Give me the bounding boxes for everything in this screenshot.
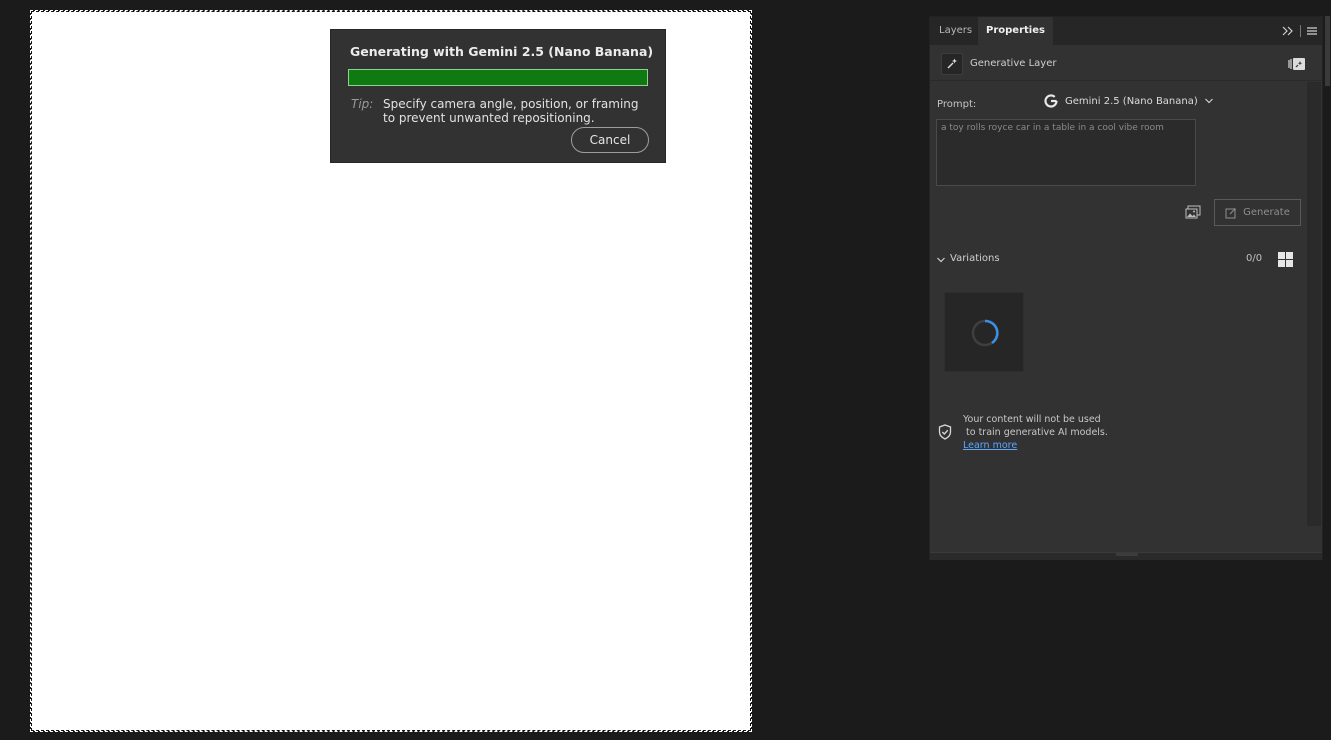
layer-type-label: Generative Layer xyxy=(970,58,1057,69)
workspace-scrollbar[interactable] xyxy=(1325,16,1330,86)
variations-label: Variations xyxy=(950,253,1000,264)
generating-dialog: Generating with Gemini 2.5 (Nano Banana)… xyxy=(330,29,666,163)
tip-text: Specify camera angle, position, or frami… xyxy=(383,97,639,125)
collapse-panel-icon[interactable] xyxy=(1281,24,1295,38)
model-dropdown[interactable]: Gemini 2.5 (Nano Banana) xyxy=(1044,92,1214,110)
properties-body: Prompt: Gemini 2.5 (Nano Banana) a toy r… xyxy=(930,82,1307,526)
variations-section-header[interactable]: Variations 0/0 xyxy=(930,252,1307,268)
loading-spinner-icon xyxy=(971,319,999,347)
variations-count: 0/0 xyxy=(1246,253,1263,264)
panel-controls xyxy=(1281,23,1318,39)
google-icon xyxy=(1044,94,1058,108)
prompt-label: Prompt: xyxy=(937,99,977,110)
tip-label: Tip: xyxy=(351,97,374,111)
learn-more-link[interactable]: Learn more xyxy=(963,440,1017,451)
chevron-down-icon xyxy=(1204,98,1213,104)
divider xyxy=(1300,25,1301,37)
grid-view-icon[interactable] xyxy=(1277,251,1294,268)
generate-button[interactable]: Generate xyxy=(1214,199,1301,226)
panel-tabbar: Layers Properties xyxy=(930,17,1322,45)
panel-menu-icon[interactable] xyxy=(1306,25,1318,37)
prompt-input[interactable]: a toy rolls royce car in a table in a co… xyxy=(936,119,1196,186)
generate-icon xyxy=(1225,207,1237,218)
panel-scrollbar[interactable] xyxy=(1307,82,1321,526)
tab-layers[interactable]: Layers xyxy=(931,17,980,45)
shield-check-icon xyxy=(938,424,952,440)
model-label: Gemini 2.5 (Nano Banana) xyxy=(1065,95,1198,107)
generative-fill-layer-icon[interactable] xyxy=(1288,56,1306,72)
properties-panel: Layers Properties Generative Layer Promp… xyxy=(929,16,1323,560)
progress-bar xyxy=(348,69,648,86)
privacy-notice: Your content will not be used to train g… xyxy=(930,413,1307,453)
reference-image-icon[interactable] xyxy=(1185,205,1201,219)
cancel-button[interactable]: Cancel xyxy=(571,127,649,153)
generative-sparkle-icon xyxy=(947,58,957,69)
privacy-text: Your content will not be used to train g… xyxy=(963,414,1108,438)
dialog-title: Generating with Gemini 2.5 (Nano Banana) xyxy=(350,44,654,59)
tab-properties[interactable]: Properties xyxy=(978,17,1053,45)
chevron-down-icon[interactable] xyxy=(936,255,946,265)
progress-fill xyxy=(349,70,647,85)
variation-placeholder-tile xyxy=(944,292,1024,372)
panel-footer xyxy=(930,552,1322,560)
layer-header: Generative Layer xyxy=(930,45,1322,81)
resize-grip[interactable] xyxy=(1116,553,1138,556)
generative-layer-thumbnail xyxy=(941,53,963,75)
generate-label: Generate xyxy=(1243,207,1290,218)
